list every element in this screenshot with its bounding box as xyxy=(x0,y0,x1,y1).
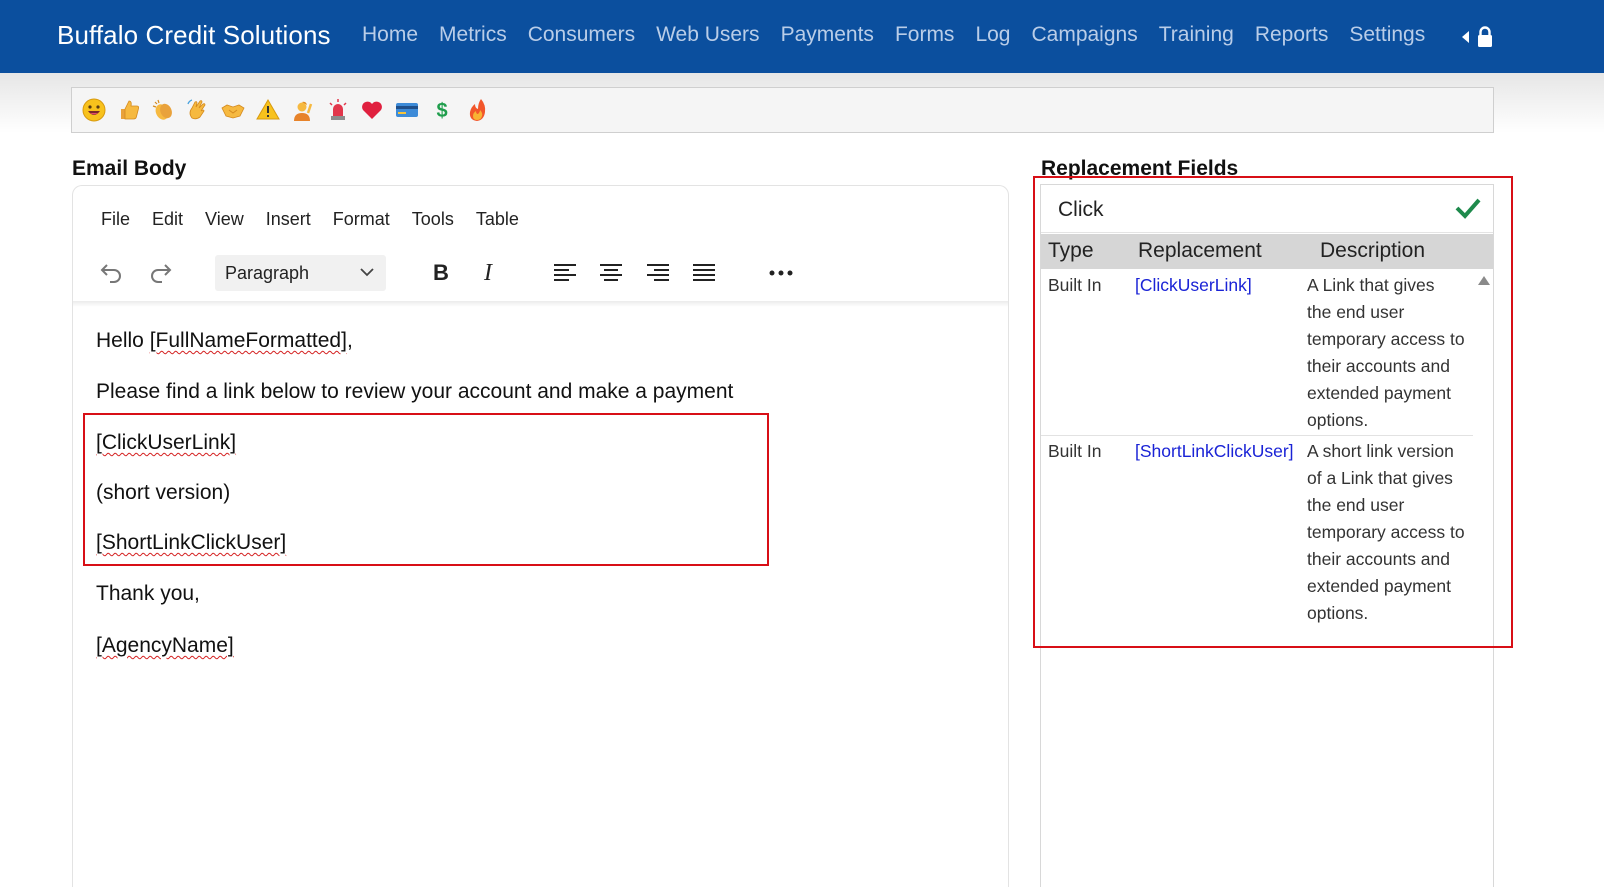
align-left-button[interactable] xyxy=(550,258,580,288)
nav-link-consumers[interactable]: Consumers xyxy=(528,23,635,47)
menu-edit[interactable]: Edit xyxy=(152,209,183,230)
person-raising-hand-icon[interactable] xyxy=(291,98,315,122)
svg-text:$: $ xyxy=(436,100,447,122)
dollar-sign-icon[interactable]: $ xyxy=(430,98,454,122)
red-heart-icon[interactable] xyxy=(360,98,384,122)
nav-link-forms[interactable]: Forms xyxy=(895,23,955,47)
menu-insert[interactable]: Insert xyxy=(266,209,311,230)
block-format-value: Paragraph xyxy=(225,262,310,283)
fire-icon[interactable] xyxy=(465,98,489,122)
thanks-line: Thank you, xyxy=(96,582,200,605)
align-left-icon xyxy=(554,264,576,281)
warning-icon[interactable] xyxy=(256,98,280,122)
align-right-icon xyxy=(647,264,669,281)
thumbs-up-icon[interactable] xyxy=(117,98,141,122)
brand-title[interactable]: Buffalo Credit Solutions xyxy=(57,20,331,51)
chevron-down-icon xyxy=(360,268,374,277)
nav-link-campaigns[interactable]: Campaigns xyxy=(1031,23,1137,47)
agency-token: [AgencyName] xyxy=(96,634,234,657)
clapping-hands-icon[interactable] xyxy=(152,98,176,122)
redo-icon xyxy=(151,264,172,283)
align-center-icon xyxy=(600,264,622,281)
nav-link-home[interactable]: Home xyxy=(362,23,418,47)
nav-link-web-users[interactable]: Web Users xyxy=(656,23,759,47)
nav-links: Home Metrics Consumers Web Users Payment… xyxy=(362,23,1446,47)
toolbar-divider xyxy=(73,301,1008,307)
highlight-box-replacements xyxy=(1033,176,1513,648)
italic-button[interactable]: I xyxy=(473,258,503,288)
menu-format[interactable]: Format xyxy=(333,209,390,230)
police-light-icon[interactable] xyxy=(326,98,350,122)
handshake-icon[interactable] xyxy=(221,98,245,122)
align-center-button[interactable] xyxy=(596,258,626,288)
italic-icon: I xyxy=(483,261,493,285)
lock-icon[interactable] xyxy=(1477,26,1493,48)
nav-right xyxy=(1462,26,1493,48)
intro-line: Please find a link below to review your … xyxy=(96,380,734,403)
nav-link-settings[interactable]: Settings xyxy=(1349,23,1425,47)
nav-link-training[interactable]: Training xyxy=(1159,23,1234,47)
bold-button[interactable]: B xyxy=(426,258,456,288)
undo-icon xyxy=(100,264,121,283)
grinning-face-icon[interactable] xyxy=(82,98,106,122)
svg-text:B: B xyxy=(433,262,449,284)
menu-table[interactable]: Table xyxy=(476,209,519,230)
credit-card-icon[interactable] xyxy=(395,98,419,122)
bold-icon: B xyxy=(433,262,449,284)
nav-link-log[interactable]: Log xyxy=(975,23,1010,47)
menu-view[interactable]: View xyxy=(205,209,244,230)
justify-button[interactable] xyxy=(689,258,719,288)
menu-file[interactable]: File xyxy=(101,209,130,230)
nav-link-reports[interactable]: Reports xyxy=(1255,23,1329,47)
waving-hand-icon[interactable] xyxy=(186,98,210,122)
fullname-token: [FullNameFormatted] xyxy=(149,329,347,352)
svg-text:I: I xyxy=(483,261,493,285)
highlight-box-links xyxy=(83,413,769,566)
nav-link-payments[interactable]: Payments xyxy=(781,23,874,47)
editor-menubar: File Edit View Insert Format Tools Table xyxy=(101,209,541,230)
justify-icon xyxy=(693,264,715,281)
more-icon xyxy=(769,270,793,276)
nav-link-metrics[interactable]: Metrics xyxy=(439,23,507,47)
block-format-select[interactable]: Paragraph xyxy=(215,255,386,291)
undo-button[interactable] xyxy=(97,258,127,288)
email-body-title: Email Body xyxy=(72,157,187,180)
greeting-line: Hello [FullNameFormatted], xyxy=(96,329,353,352)
redo-button[interactable] xyxy=(145,258,175,288)
top-navbar: Buffalo Credit Solutions Home Metrics Co… xyxy=(0,0,1604,73)
menu-tools[interactable]: Tools xyxy=(412,209,454,230)
emoji-bar: $ xyxy=(71,87,1494,133)
collapse-caret-icon[interactable] xyxy=(1462,31,1469,43)
more-button[interactable] xyxy=(766,258,796,288)
align-right-button[interactable] xyxy=(643,258,673,288)
